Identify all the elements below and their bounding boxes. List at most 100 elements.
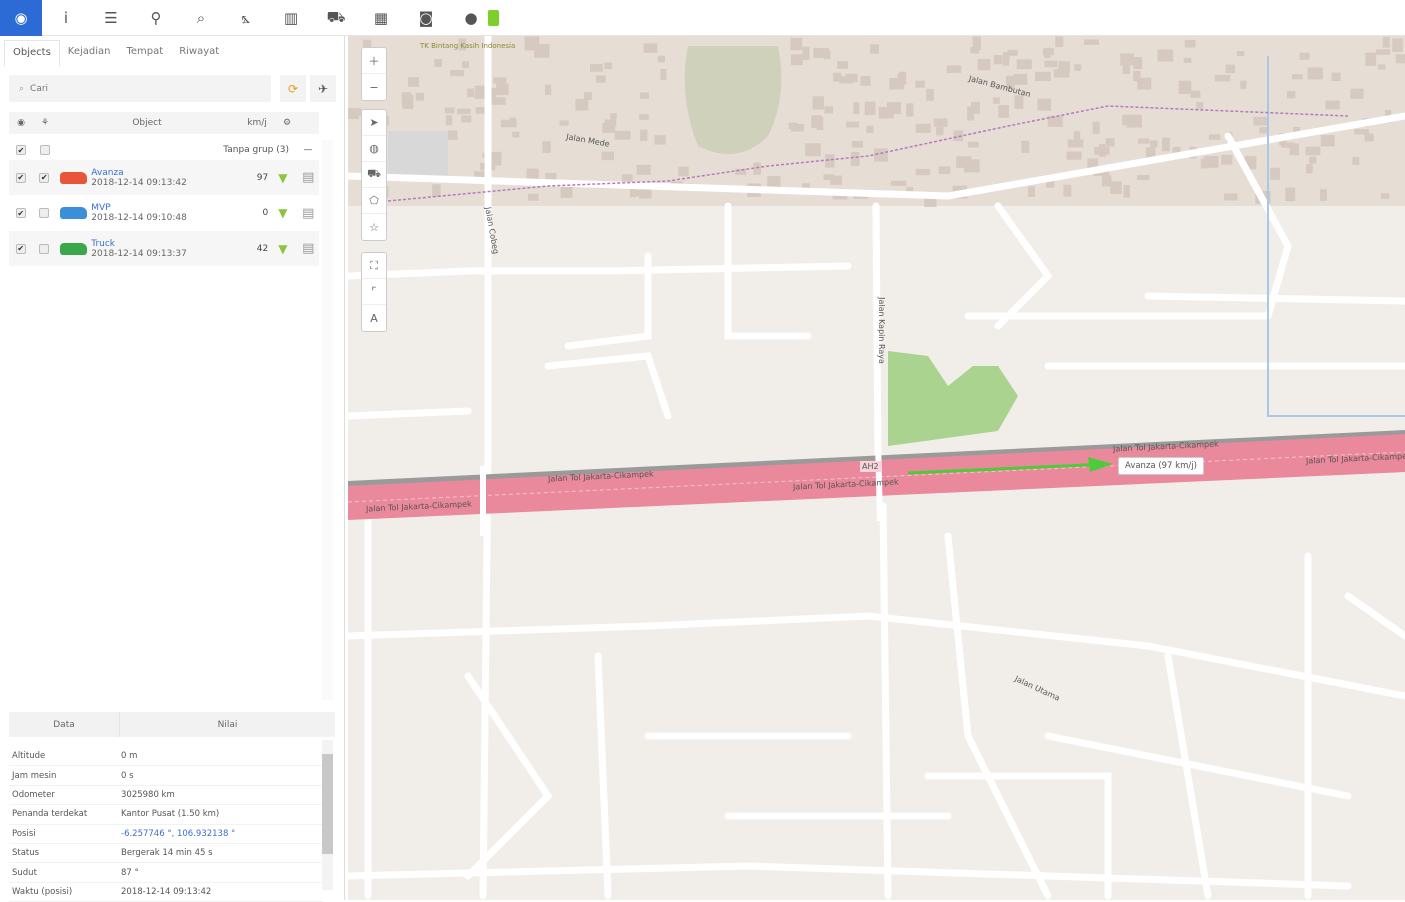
object-time: 2018-12-14 09:13:37: [91, 248, 187, 259]
detail-row: Altitude 0 m: [9, 747, 323, 767]
follow-checkbox[interactable]: [39, 208, 50, 218]
add-object-button[interactable]: ✈: [310, 75, 336, 102]
locate-icon[interactable]: ➤: [362, 110, 386, 136]
road-label: Jalan Kapin Raya: [876, 297, 886, 364]
detail-value: Bergerak 14 min 45 s: [121, 848, 213, 859]
detail-row: Odometer 3025980 km: [9, 786, 323, 806]
object-row[interactable]: ✔ MVP 2018-12-14 09:10:48 0 ▼ ▤: [9, 196, 319, 231]
map-tools: ➤ ◍ ⛟ ⬠ ☆: [361, 109, 387, 241]
vehicle-icon: [59, 171, 88, 184]
object-speed: 0: [262, 208, 269, 218]
visible-checkbox[interactable]: ✔: [15, 243, 26, 254]
follow-checkbox[interactable]: ✔: [39, 172, 50, 183]
details-menu-icon[interactable]: ▤: [298, 206, 320, 221]
detail-value: 0 m: [121, 751, 138, 762]
globe-icon: ◉: [14, 9, 28, 27]
camera-button[interactable]: ◙: [405, 0, 447, 36]
detail-row: Waktu (posisi) 2018-12-14 09:13:42: [9, 883, 323, 902]
detail-row: Posisi -6.257746 °, 106.932138 °: [9, 825, 323, 844]
object-row[interactable]: ✔ Truck 2018-12-14 09:13:37 42 ▼ ▤: [9, 231, 319, 266]
eye-icon[interactable]: ◉: [9, 118, 33, 128]
object-popup[interactable]: Avanza (97 km/j): [1118, 457, 1204, 475]
chat-button[interactable]: ●: [450, 0, 492, 36]
tab-objects[interactable]: Objects: [4, 40, 60, 66]
object-name[interactable]: MVP: [91, 203, 229, 213]
detail-key: Penanda terdekat: [12, 809, 88, 820]
object-time: 2018-12-14 09:10:48: [91, 213, 187, 223]
visible-checkbox[interactable]: ✔: [15, 172, 26, 183]
poi-label: TK Bintang Kasih Indonesia: [420, 42, 516, 50]
signal-icon: ▼: [278, 206, 288, 220]
detail-key: Status: [12, 848, 40, 859]
group-refresh-button[interactable]: ⟳: [280, 75, 306, 102]
column-speed[interactable]: km/j: [237, 118, 277, 128]
tab-riwayat[interactable]: Riwayat: [171, 40, 227, 66]
tab-kejadian[interactable]: Kejadian: [60, 40, 119, 66]
info-button[interactable]: i: [45, 0, 87, 36]
marker-icon: ⚲: [150, 9, 162, 27]
calendar-button[interactable]: ▦: [360, 0, 402, 36]
details-scrollbar[interactable]: [322, 740, 333, 890]
detail-value: 87 °: [121, 867, 139, 878]
details-header-data: Data: [53, 719, 75, 730]
detail-value: Kantor Pusat (1.50 km): [121, 809, 220, 820]
text-icon[interactable]: A: [362, 305, 386, 331]
object-time: 2018-12-14 09:13:42: [91, 177, 187, 188]
detail-row: Sudut 87 °: [9, 863, 323, 883]
zoom-in-button[interactable]: ＋: [362, 48, 386, 74]
geofence-icon[interactable]: ⬠: [362, 188, 386, 214]
route-shield: AH2: [860, 461, 881, 472]
follow-icon[interactable]: ⚘: [33, 118, 57, 128]
detail-key: Odometer: [12, 789, 55, 800]
chat-icon: ●: [464, 9, 478, 27]
detail-row: Penanda terdekat Kantor Pusat (1.50 km): [9, 805, 323, 825]
ruler-icon[interactable]: ⌜: [362, 279, 386, 305]
zoom-out-button[interactable]: −: [362, 74, 386, 100]
car-button[interactable]: ⛟: [315, 0, 357, 36]
top-toolbar: ◉ i ☰ ⚲ ⌕ ⦩ ▥ ⛟ ▦ ◙ ●: [0, 0, 1405, 36]
menu-icon: ☰: [104, 9, 118, 27]
book-icon: ▥: [283, 9, 299, 27]
globe-button[interactable]: ◉: [0, 0, 42, 36]
visible-checkbox[interactable]: ✔: [15, 208, 26, 218]
detail-value[interactable]: -6.257746 °, 106.932138 °: [121, 829, 323, 839]
signal-icon: ▼: [278, 241, 288, 256]
group-follow-checkbox[interactable]: [40, 145, 50, 155]
menu-button[interactable]: ☰: [90, 0, 132, 36]
star-icon[interactable]: ☆: [362, 214, 386, 240]
marker-button[interactable]: ⚲: [135, 0, 177, 36]
layers-icon[interactable]: ◍: [362, 136, 386, 162]
objects-scrollbar[interactable]: [322, 140, 333, 700]
details-header-value: Nilai: [119, 712, 335, 737]
group-row: ✔ Tanpa grup (3) —: [9, 140, 319, 160]
search-button[interactable]: ⌕: [180, 0, 222, 36]
book-button[interactable]: ▥: [270, 0, 312, 36]
object-name[interactable]: Truck: [91, 239, 229, 249]
zoom-control: ＋ −: [361, 47, 387, 101]
search-box[interactable]: ⌕: [9, 75, 271, 102]
detail-key: Sudut: [12, 867, 37, 878]
details-menu-icon[interactable]: ▤: [298, 170, 320, 185]
group-label: Tanpa grup (3): [223, 145, 289, 155]
object-row[interactable]: ✔ ✔ Avanza 2018-12-14 09:13:42 97 ▼ ▤: [9, 160, 319, 195]
detail-key: Posisi: [12, 828, 36, 839]
map[interactable]: Jalan Tol Jakarta-Cikampek Jalan Tol Jak…: [348, 36, 1405, 900]
chart-button[interactable]: ⦩: [225, 0, 267, 36]
column-object[interactable]: Object: [57, 118, 237, 128]
objects-header: ◉ ⚘ Object km/j ⚙: [9, 112, 319, 134]
detail-value: 0 s: [121, 770, 134, 781]
object-name[interactable]: Avanza: [91, 168, 229, 178]
follow-checkbox[interactable]: [39, 243, 50, 254]
plane-icon: ✈: [317, 81, 329, 96]
collapse-button[interactable]: —: [297, 145, 319, 155]
object-speed: 97: [256, 172, 269, 183]
details-menu-icon[interactable]: ▤: [298, 241, 320, 256]
car-icon[interactable]: ⛟: [362, 162, 386, 188]
search-input[interactable]: [30, 83, 251, 94]
calendar-icon: ▦: [373, 9, 389, 27]
tab-tempat[interactable]: Tempat: [119, 40, 172, 66]
fullscreen-icon[interactable]: ⛶: [362, 253, 386, 279]
group-visible-checkbox[interactable]: ✔: [16, 145, 26, 155]
map-tools-2: ⛶ ⌜ A: [361, 252, 387, 332]
detail-row: Jam mesin 0 s: [9, 766, 323, 786]
